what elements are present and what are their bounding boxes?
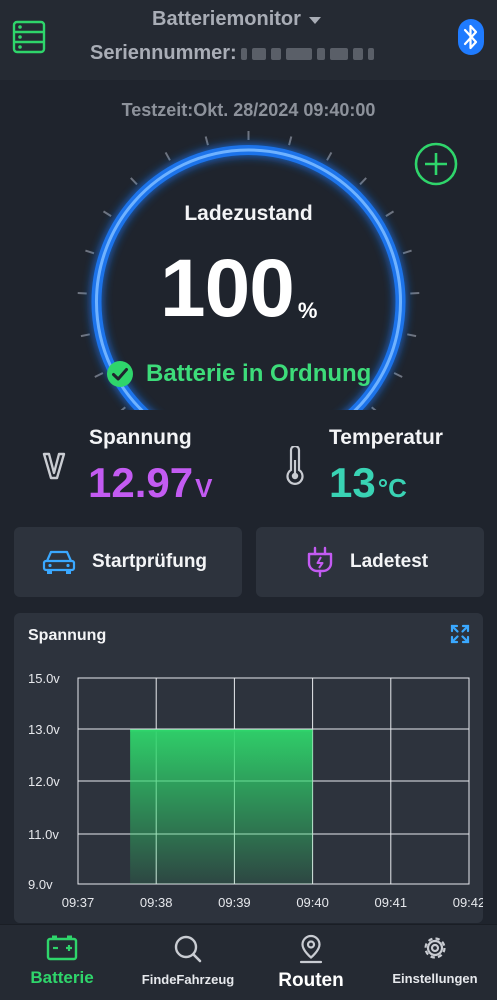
test-time: Testzeit:Okt. 28/2024 09:40:00 (121, 100, 376, 120)
app-title: Batteriemonitor (152, 8, 301, 30)
nav-label-einstellungen: Einstellungen (392, 971, 478, 986)
serial-number: Seriennummer: (90, 42, 401, 65)
chart-y-tick-label: 11.0v (28, 827, 59, 842)
chart-x-tick-label: 09:38 (140, 895, 173, 910)
charge-percent: 100 % (160, 246, 317, 332)
chevron-down-icon (308, 17, 321, 24)
gauge-tick (393, 372, 403, 378)
gauge-tick (120, 406, 126, 410)
chart-y-tick-label: 9.0v (28, 877, 53, 892)
nav-label-routen: Routen (278, 970, 344, 991)
chart-y-tick-label: 12.0v (28, 774, 60, 789)
nav-item-findefahrzeug[interactable]: FindeFahrzeug (130, 925, 246, 1000)
charge-percent-unit: % (297, 298, 318, 323)
search-icon (174, 935, 202, 963)
gauge-tick (130, 177, 138, 186)
charge-test-button[interactable]: Ladetest (256, 527, 484, 597)
gauge-label: Ladezustand (184, 202, 313, 225)
gauge-tick (407, 333, 417, 338)
gauge-tick (359, 177, 367, 186)
app-header: Batteriemonitor Seriennummer: (0, 0, 497, 80)
gauge-tick (288, 136, 293, 146)
voltage-label: Spannung (89, 426, 192, 449)
nav-label-batterie: Batterie (30, 968, 94, 987)
voltage-chart: 15.0v 13.0v 12.0v 11.0v 9.0v 09:37 09:38 09:39… (28, 671, 483, 910)
voltage-v-icon (42, 452, 66, 480)
nav-item-batterie[interactable]: Batterie (20, 925, 104, 1000)
gauge-tick (164, 151, 171, 161)
battery-icon (46, 935, 78, 961)
voltage-unit: V (195, 473, 213, 503)
charging-plug-icon (307, 546, 333, 578)
gauge-tick (80, 333, 90, 338)
temperature-unit: °C (377, 473, 407, 503)
chart-x-tick-label: 09:39 (218, 895, 251, 910)
location-pin-icon (299, 934, 323, 964)
start-test-label: Startprüfung (92, 551, 208, 572)
charge-percent-value: 100 (160, 243, 295, 334)
charge-test-label: Ladetest (350, 551, 429, 572)
start-test-button[interactable]: Startprüfung (14, 527, 242, 597)
temperature-label: Temperatur (329, 426, 443, 449)
gauge-tick (326, 151, 333, 161)
chart-x-tick-label: 09:41 (375, 895, 408, 910)
gear-icon (424, 937, 446, 959)
gauge-tick (85, 249, 95, 255)
chart-y-tick-label: 15.0v (28, 671, 60, 686)
chart-area (130, 730, 313, 884)
device-selector[interactable]: Batteriemonitor (152, 8, 321, 31)
serial-label: Seriennummer: (90, 42, 237, 64)
gauge-tick (204, 136, 209, 146)
gauge-tick (94, 372, 104, 378)
chart-x-tick-label: 09:42 (453, 895, 483, 910)
voltage-chart-card: 15.0v 13.0v 12.0v 11.0v 9.0v 09:37 09:38 09:39… (14, 613, 483, 923)
voltage-value: 12.97 (88, 459, 194, 506)
thermometer-icon (286, 446, 304, 485)
chart-x-tick-label: 09:40 (296, 895, 329, 910)
nav-label-findefahrzeug: FindeFahrzeug (141, 972, 235, 987)
voltage-reading: 12.97 V (88, 460, 212, 506)
car-icon (42, 550, 76, 574)
bluetooth-icon[interactable] (457, 18, 485, 56)
chart-title: Spannung (28, 627, 107, 644)
nav-item-routen[interactable]: Routen (266, 925, 356, 1000)
temperature-value: 13 (329, 459, 376, 506)
gauge-tick (402, 249, 412, 255)
bottom-navigation: Batterie FindeFahrzeug Routen Einstellun… (0, 924, 497, 1000)
status-text: Batterie in Ordnung (146, 360, 372, 387)
menu-list-icon[interactable] (12, 20, 46, 54)
check-circle-icon (107, 361, 133, 387)
fullscreen-icon[interactable] (450, 624, 470, 644)
nav-item-einstellungen[interactable]: Einstellungen (382, 925, 488, 1000)
chart-y-tick-label: 13.0v (28, 722, 60, 737)
serial-value-redacted (240, 43, 401, 65)
gauge-tick (371, 406, 377, 410)
temperature-reading: 13 °C (329, 460, 407, 506)
chart-x-tick-label: 09:37 (62, 895, 95, 910)
battery-status: Batterie in Ordnung (106, 360, 371, 388)
